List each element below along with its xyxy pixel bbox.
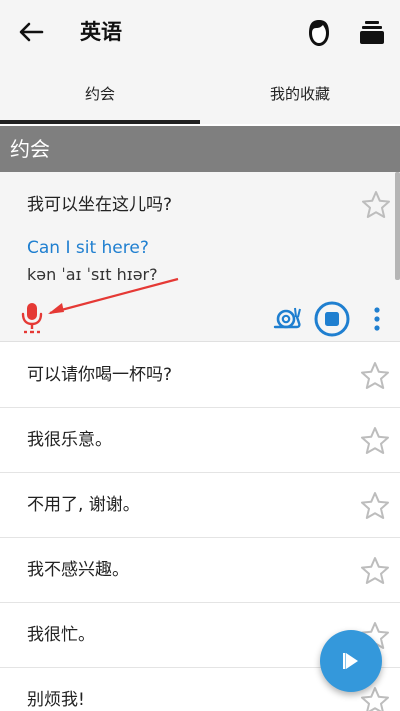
star-outline-icon[interactable] xyxy=(360,491,390,521)
phrase-chinese: 别烦我! xyxy=(27,690,85,710)
phrase-chinese: 我可以坐在这儿吗? xyxy=(27,195,173,215)
tab-favorites[interactable]: 我的收藏 xyxy=(200,64,400,124)
stack-icon[interactable] xyxy=(357,19,387,47)
play-icon xyxy=(343,653,358,669)
list-item[interactable]: 可以请你喝一杯吗? xyxy=(0,343,400,408)
star-outline-icon[interactable] xyxy=(360,556,390,586)
phrase-chinese: 我很忙。 xyxy=(27,625,95,645)
star-outline-icon[interactable] xyxy=(361,190,391,220)
section-title: 约会 xyxy=(10,137,50,161)
more-vert-icon[interactable] xyxy=(370,305,384,333)
back-arrow-icon[interactable] xyxy=(16,18,46,46)
play-all-button[interactable] xyxy=(320,630,382,692)
phrase-chinese: 我不感兴趣。 xyxy=(27,560,129,580)
list-item[interactable]: 我很乐意。 xyxy=(0,408,400,473)
star-outline-icon[interactable] xyxy=(360,426,390,456)
stop-icon[interactable] xyxy=(313,300,351,338)
list-item[interactable]: 不用了, 谢谢。 xyxy=(0,473,400,538)
phrase-english: Can I sit here? xyxy=(27,238,149,258)
tab-bar: 约会 我的收藏 xyxy=(0,64,400,124)
tab-indicator xyxy=(0,120,200,124)
list-item[interactable]: 我不感兴趣。 xyxy=(0,538,400,603)
avatar-icon[interactable] xyxy=(303,17,335,49)
annotation-arrow-icon xyxy=(48,277,179,315)
phrase-chinese: 不用了, 谢谢。 xyxy=(27,495,140,515)
tab-dating[interactable]: 约会 xyxy=(0,64,200,124)
star-outline-icon[interactable] xyxy=(360,361,390,391)
page-title: 英语 xyxy=(80,20,122,44)
phrase-chinese: 我很乐意。 xyxy=(27,430,112,450)
phrase-chinese: 可以请你喝一杯吗? xyxy=(27,365,173,385)
star-outline-icon[interactable] xyxy=(360,686,390,711)
app-bar: 英语 xyxy=(0,0,400,64)
scrollbar[interactable] xyxy=(395,172,400,280)
section-header: 约会 xyxy=(0,126,400,172)
snail-icon[interactable] xyxy=(273,305,301,331)
